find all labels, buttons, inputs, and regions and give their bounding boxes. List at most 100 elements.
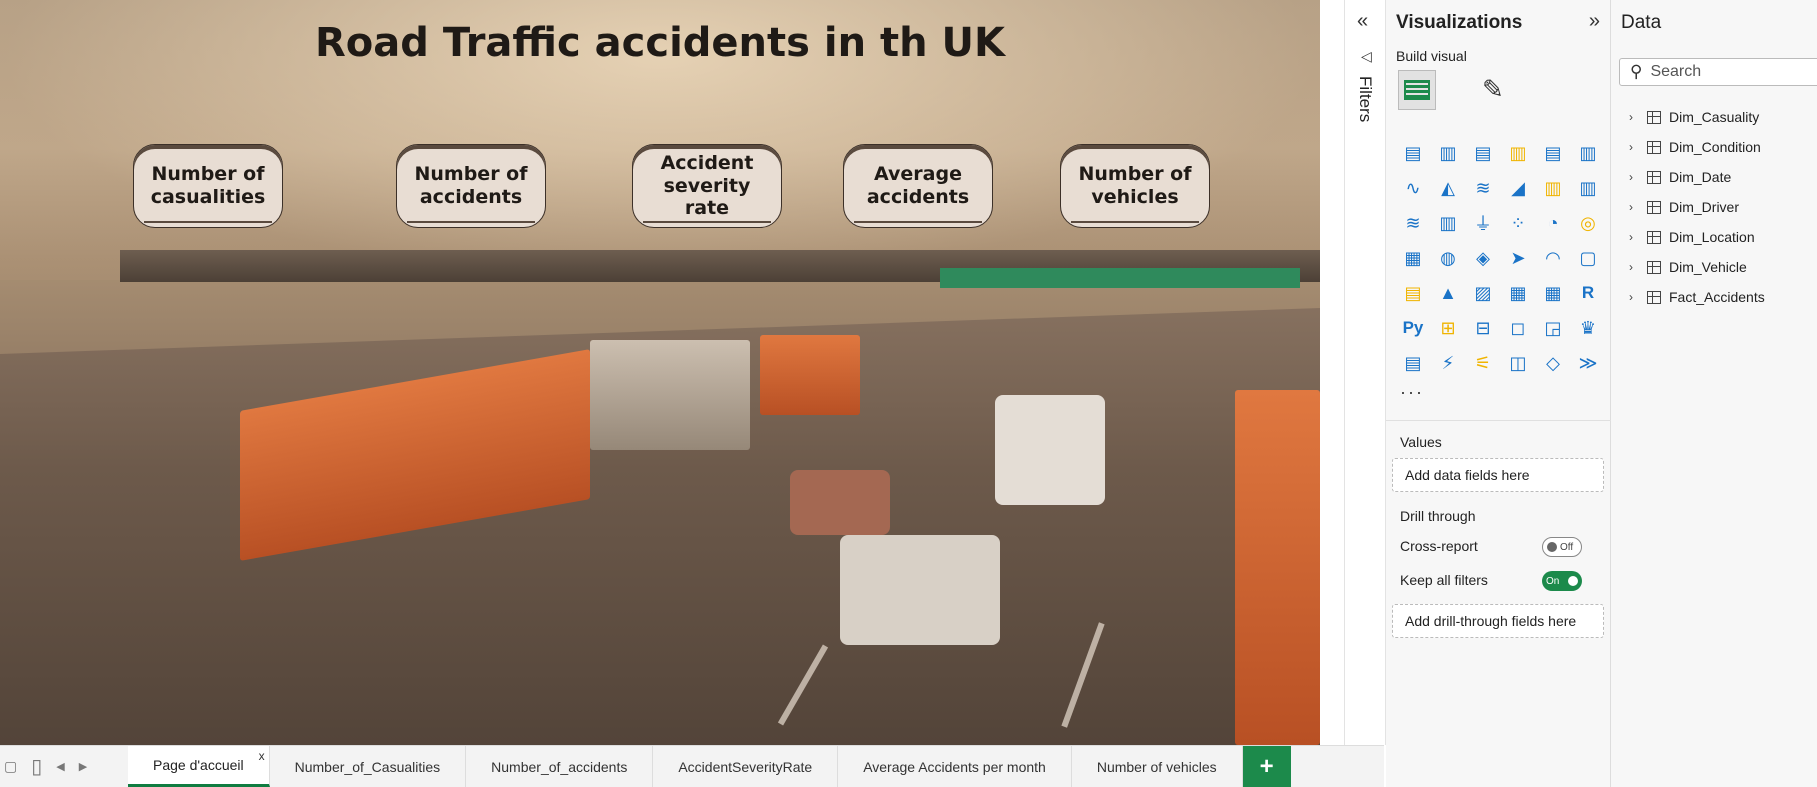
tab-nav-controls: ▢ ▯ ◀ ▶: [0, 746, 128, 787]
multirow-card-icon[interactable]: ▤: [1398, 278, 1428, 308]
data-table-item[interactable]: › Dim_Condition: [1629, 132, 1765, 162]
tab-average-accidents-per-month[interactable]: Average Accidents per month: [838, 746, 1072, 787]
data-table-item[interactable]: › Dim_Vehicle: [1629, 252, 1765, 282]
tab-accident-severity-rate[interactable]: AccidentSeverityRate: [653, 746, 839, 787]
stacked-column-icon[interactable]: ▥: [1433, 138, 1463, 168]
prev-page-icon[interactable]: ◀: [56, 760, 64, 773]
tab-number-of-casualities[interactable]: Number_of_Casualities: [269, 746, 467, 787]
expand-filters-icon[interactable]: «: [1357, 10, 1368, 33]
100-column-icon[interactable]: ▥: [1573, 138, 1603, 168]
chevron-right-icon[interactable]: ›: [1629, 260, 1643, 274]
area-chart-icon[interactable]: ◭: [1433, 173, 1463, 203]
clustered-bar-icon[interactable]: ▤: [1468, 138, 1498, 168]
kpi-icon[interactable]: ▲: [1433, 278, 1463, 308]
data-table-item[interactable]: › Fact_Accidents: [1629, 282, 1765, 312]
chevron-icon[interactable]: ≫: [1573, 348, 1603, 378]
gauge-icon[interactable]: ◠: [1538, 243, 1568, 273]
data-table-label: Dim_Casuality: [1669, 109, 1760, 125]
line-chart-icon[interactable]: ∿: [1398, 173, 1428, 203]
stacked-bar-icon[interactable]: ▤: [1398, 138, 1428, 168]
kpi-button-vehicles[interactable]: Number of vehicles: [1060, 144, 1210, 228]
stacked-area-icon[interactable]: ≋: [1468, 173, 1498, 203]
python-visual-icon[interactable]: Py: [1398, 313, 1428, 343]
line-clustered-column-icon[interactable]: ▥: [1538, 173, 1568, 203]
background-car: [790, 470, 890, 535]
scatter-icon[interactable]: ⁘: [1503, 208, 1533, 238]
chevron-right-icon[interactable]: ›: [1629, 110, 1643, 124]
cross-report-toggle[interactable]: Off: [1542, 537, 1582, 557]
tab-number-of-accidents[interactable]: Number_of_accidents: [466, 746, 654, 787]
mobile-view-icon[interactable]: ▯: [31, 754, 42, 779]
card-icon[interactable]: ▢: [1573, 243, 1603, 273]
kpi-button-casualities[interactable]: Number of casualities: [133, 144, 283, 228]
line-stacked-column-icon[interactable]: ▥: [1573, 173, 1603, 203]
chevron-right-icon[interactable]: ›: [1629, 200, 1643, 214]
pie-icon[interactable]: ◔: [1538, 208, 1568, 238]
desktop-view-icon[interactable]: ▢: [4, 758, 17, 775]
qa-icon[interactable]: ◻: [1503, 313, 1533, 343]
decomposition-tree-icon[interactable]: ⊟: [1468, 313, 1498, 343]
keep-all-filters-toggle[interactable]: On: [1542, 571, 1582, 591]
toggle-state: Off: [1560, 541, 1574, 553]
format-visual-icon[interactable]: ✎: [1482, 74, 1504, 105]
report-canvas[interactable]: Road Traffic accidents in th UK Number o…: [0, 0, 1320, 745]
clustered-column-icon[interactable]: ▥: [1503, 138, 1533, 168]
selected-visual-table-icon[interactable]: [1398, 70, 1436, 110]
100-bar-icon[interactable]: ▤: [1538, 138, 1568, 168]
filters-pane-collapsed[interactable]: « ◁ Filters: [1344, 0, 1386, 745]
visualizations-pane: Visualizations » Build visual ✎ ▤ ▥ ▤ ▥ ▤ ▥ ∿ ◭…: [1386, 0, 1611, 787]
goals-icon[interactable]: ♛: [1573, 313, 1603, 343]
donut-icon[interactable]: ◎: [1573, 208, 1603, 238]
chevron-right-icon[interactable]: ›: [1629, 170, 1643, 184]
slicer-icon[interactable]: ▨: [1468, 278, 1498, 308]
smart-narrative-icon[interactable]: ◲: [1538, 313, 1568, 343]
treemap-icon[interactable]: ▦: [1398, 243, 1428, 273]
close-tab-icon[interactable]: x: [259, 749, 265, 763]
diamond-icon[interactable]: ◇: [1538, 348, 1568, 378]
data-table-item[interactable]: › Dim_Date: [1629, 162, 1765, 192]
table-icon: [1647, 290, 1661, 304]
waterfall-icon[interactable]: ≋: [1398, 208, 1428, 238]
filled-map-icon[interactable]: ◈: [1468, 243, 1498, 273]
funnel-icon[interactable]: ⏚: [1468, 208, 1498, 238]
report-title: Road Traffic accidents in th UK: [314, 20, 1006, 66]
kpi-button-average-accidents[interactable]: Average accidents: [843, 144, 993, 228]
drill-through-drop-zone[interactable]: Add drill-through fields here: [1392, 604, 1604, 638]
search-placeholder: Search: [1650, 63, 1702, 80]
metrics-icon[interactable]: ◫: [1503, 348, 1533, 378]
column-icon[interactable]: ▥: [1433, 208, 1463, 238]
chevron-right-icon[interactable]: ›: [1629, 140, 1643, 154]
more-visuals-icon[interactable]: ···: [1400, 382, 1424, 403]
power-apps-icon[interactable]: ⚟: [1468, 348, 1498, 378]
kpi-button-accidents[interactable]: Number of accidents: [396, 144, 546, 228]
ribbon-icon[interactable]: ◢: [1503, 173, 1533, 203]
chevron-right-icon[interactable]: ›: [1629, 230, 1643, 244]
tab-page-accueil[interactable]: Page d'accueil x: [128, 746, 270, 787]
toggle-state: On: [1546, 575, 1560, 587]
paginated-report-icon[interactable]: ▤: [1398, 348, 1428, 378]
kpi-button-severity-rate[interactable]: Accident severity rate: [632, 144, 782, 228]
tab-number-of-vehicles[interactable]: Number of vehicles: [1071, 746, 1243, 787]
data-pane: Data ⚲ Search › Dim_Casuality › Dim_Conditi…: [1611, 0, 1817, 787]
data-table-item[interactable]: › Dim_Location: [1629, 222, 1765, 252]
data-table-item[interactable]: › Dim_Casuality: [1629, 102, 1765, 132]
values-drop-zone[interactable]: Add data fields here: [1392, 458, 1604, 492]
next-page-icon[interactable]: ▶: [79, 760, 87, 773]
data-search-input[interactable]: ⚲ Search: [1619, 58, 1817, 86]
r-visual-icon[interactable]: R: [1573, 278, 1603, 308]
data-table-label: Dim_Driver: [1669, 199, 1739, 215]
add-page-button[interactable]: +: [1242, 746, 1291, 787]
matrix-icon[interactable]: ▦: [1538, 278, 1568, 308]
data-table-item[interactable]: › Dim_Driver: [1629, 192, 1765, 222]
table-icon[interactable]: ▦: [1503, 278, 1533, 308]
background-truck: [590, 340, 750, 450]
map-icon[interactable]: ◍: [1433, 243, 1463, 273]
power-automate-icon[interactable]: ⚡: [1433, 348, 1463, 378]
filters-label[interactable]: Filters: [1355, 76, 1375, 122]
azure-map-icon[interactable]: ➤: [1503, 243, 1533, 273]
key-influencers-icon[interactable]: ⊞: [1433, 313, 1463, 343]
chevron-right-icon[interactable]: ›: [1629, 290, 1643, 304]
build-visual-label: Build visual: [1396, 48, 1467, 64]
collapse-visualizations-icon[interactable]: »: [1589, 10, 1600, 33]
table-icon: [1647, 200, 1661, 214]
